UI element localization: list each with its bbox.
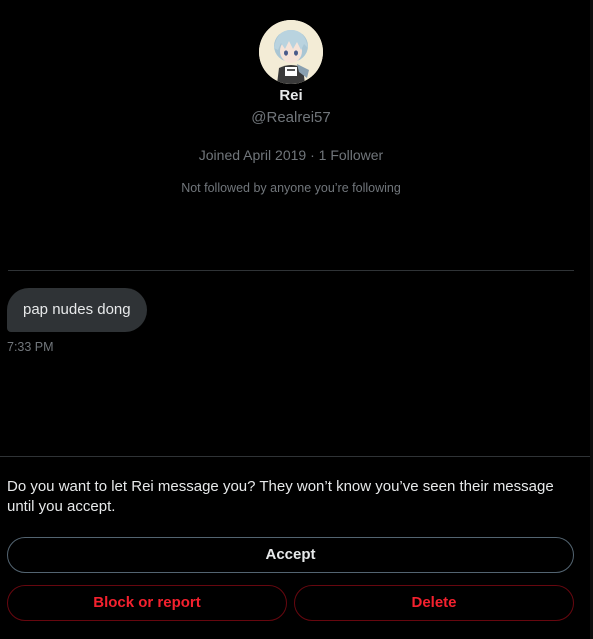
not-followed-note: Not followed by anyone you’re following bbox=[181, 181, 401, 195]
divider bbox=[8, 270, 574, 271]
message-timestamp: 7:33 PM bbox=[7, 340, 54, 354]
meta-separator: · bbox=[306, 147, 319, 163]
accept-button[interactable]: Accept bbox=[7, 537, 574, 573]
message-request-prompt: Do you want to let Rei message you? They… bbox=[7, 478, 554, 515]
handle[interactable]: @Realrei57 bbox=[251, 108, 330, 128]
block-or-report-button[interactable]: Block or report bbox=[7, 585, 287, 621]
avatar[interactable] bbox=[259, 20, 323, 84]
delete-button[interactable]: Delete bbox=[294, 585, 574, 621]
anime-avatar-icon bbox=[259, 20, 323, 84]
profile-header: Rei @Realrei57 Joined April 2019 · 1 Fol… bbox=[0, 0, 582, 196]
display-name[interactable]: Rei bbox=[279, 86, 302, 106]
joined-date: Joined April 2019 bbox=[198, 147, 307, 163]
message-bubble[interactable]: pap nudes dong bbox=[7, 288, 147, 332]
follower-count[interactable]: 1 Follower bbox=[319, 147, 384, 163]
divider bbox=[0, 456, 590, 457]
profile-meta: Joined April 2019 · 1 Follower bbox=[199, 146, 383, 164]
